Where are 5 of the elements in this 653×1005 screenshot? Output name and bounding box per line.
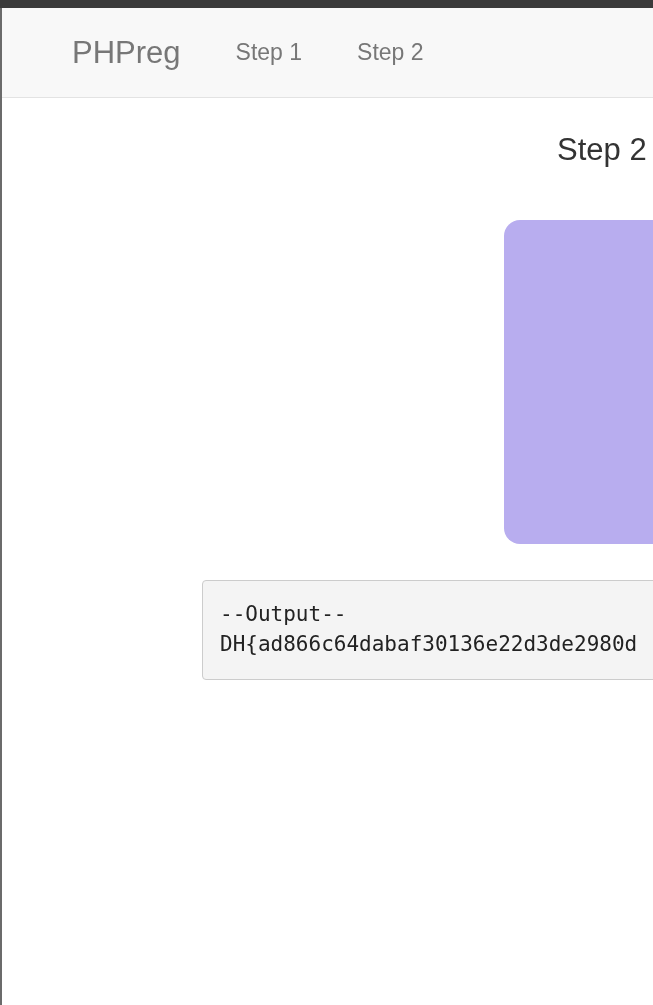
nav-link[interactable]: Step 1 [235, 39, 303, 66]
page-heading: Step 2 [557, 131, 648, 169]
brand-link[interactable]: PHPreg [72, 34, 181, 71]
nav-link[interactable]: Step 2 [357, 39, 424, 66]
output-block: --Output-- DH{ad866c64dabaf30136e22d3de2980d [202, 580, 653, 680]
